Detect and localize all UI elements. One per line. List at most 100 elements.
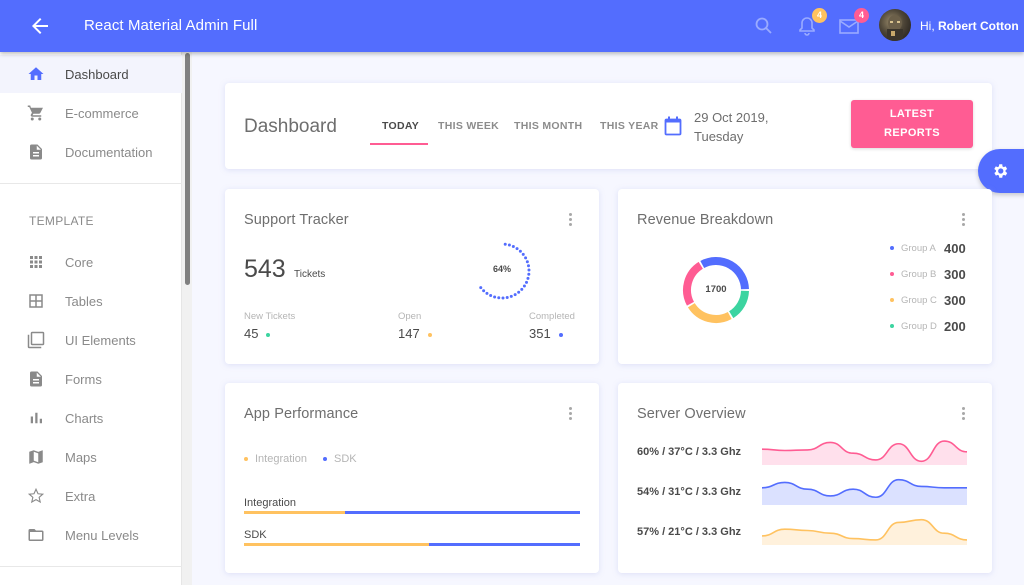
progress-dot [503, 242, 507, 246]
bar-label: SDK [244, 529, 267, 541]
dashboard-toolbar: Dashboard TODAY THIS WEEK THIS MONTH THI… [225, 83, 992, 169]
progress-dot [507, 243, 511, 247]
app-header: React Material Admin Full 4 4 Hi, Robert… [0, 0, 1024, 52]
arrow-left-icon [32, 18, 48, 34]
stat-value: 45 [244, 326, 259, 341]
sidebar-item-label: Charts [65, 410, 104, 426]
legend-value: 400 [944, 240, 966, 256]
current-date: 29 Oct 2019, Tuesday [694, 108, 768, 146]
server-overview-card: Server Overview 60% / 37°C / 3.3 Ghz 54%… [618, 383, 992, 573]
legend-sdk: SDK [323, 453, 357, 465]
sidebar-item-label: E-commerce [65, 105, 139, 121]
bar-label: Integration [244, 497, 296, 509]
legend-label: Integration [255, 453, 307, 465]
sidebar-item-label: UI Elements [65, 332, 136, 348]
legend-dot [890, 298, 894, 302]
server-load-sparkline [762, 440, 967, 465]
sidebar-item-ecommerce[interactable]: E-commerce [0, 94, 182, 132]
stat-new-tickets: 45 [244, 326, 271, 341]
tab-this-year[interactable]: THIS YEAR [600, 120, 659, 132]
notifications-button[interactable]: 4 [795, 8, 827, 38]
legend-value: 200 [944, 318, 966, 334]
grid-icon [30, 256, 42, 268]
tickets-unit: Tickets [294, 269, 326, 280]
legend-dot [890, 272, 894, 276]
map-icon [29, 450, 43, 464]
sidebar-item-documentation[interactable]: Documentation [0, 133, 182, 171]
legend-item: Group B 300 [890, 266, 966, 282]
sidebar-item-ui-elements[interactable]: UI Elements [0, 321, 182, 359]
user-name: Robert Cotton [938, 19, 1019, 33]
stat-value: 147 [398, 326, 420, 341]
legend-dot [890, 324, 894, 328]
progress-dot [497, 296, 501, 300]
sidebar-item-extra[interactable]: Extra [0, 477, 182, 515]
legend-label: Group B [901, 268, 937, 280]
stat-label: Completed [529, 311, 575, 322]
layers-icon [27, 331, 45, 349]
progress-dot [521, 252, 525, 256]
sidebar-item-menu-levels[interactable]: Menu Levels [0, 516, 182, 554]
notifications-badge: 4 [812, 8, 827, 23]
stat-open: 147 [398, 326, 432, 341]
server-load-sparkline [762, 518, 967, 545]
stat-completed: 351 [529, 326, 563, 341]
more-options-button[interactable] [960, 407, 966, 423]
date-line: 29 Oct 2019, [694, 110, 769, 125]
legend-value: 300 [944, 266, 966, 282]
sidebar-divider [0, 566, 182, 567]
messages-button[interactable]: 4 [837, 8, 869, 38]
sidebar-item-label: Documentation [65, 144, 153, 160]
progress-dot [524, 256, 528, 260]
progress-dot [509, 294, 513, 298]
more-options-button[interactable] [960, 213, 966, 229]
progress-dot [526, 276, 530, 280]
donut-slice-group-c[interactable] [687, 302, 732, 323]
bar-chart-icon [30, 412, 42, 424]
more-options-button[interactable] [567, 213, 573, 229]
user-photo-icon [887, 15, 903, 41]
tab-today[interactable]: TODAY [382, 120, 419, 132]
card-title: Support Tracker [244, 212, 349, 228]
status-dot [427, 332, 432, 337]
sidebar-item-label: Tables [65, 293, 103, 309]
settings-button[interactable] [978, 149, 1024, 193]
legend-item: Group D 200 [890, 318, 966, 334]
status-dot [558, 332, 563, 337]
sidebar-item-charts[interactable]: Charts [0, 399, 182, 437]
sidebar-item-label: Forms [65, 371, 102, 387]
folder-icon [28, 529, 44, 541]
sidebar-item-tables[interactable]: Tables [0, 282, 182, 320]
sidebar-item-forms[interactable]: Forms [0, 360, 182, 398]
revenue-total: 1700 [705, 284, 727, 295]
progress-dot [518, 249, 522, 253]
card-title: Revenue Breakdown [637, 212, 774, 228]
sidebar-item-dashboard[interactable]: Dashboard [0, 55, 182, 93]
sidebar-item-maps[interactable]: Maps [0, 438, 182, 476]
more-options-button[interactable] [567, 407, 573, 423]
card-title: Server Overview [637, 406, 746, 422]
progress-dot [522, 284, 526, 288]
search-button[interactable] [752, 14, 776, 38]
calendar-icon[interactable] [664, 116, 682, 136]
form-icon [30, 371, 42, 387]
card-title: App Performance [244, 406, 359, 422]
legend-label: Group C [901, 294, 937, 306]
progress-dot [513, 293, 517, 297]
app-performance-card: App Performance Integration SDK Integrat… [225, 383, 599, 573]
sidebar-item-label: Menu Levels [65, 527, 139, 543]
tab-this-week[interactable]: THIS WEEK [438, 120, 499, 132]
avatar[interactable] [879, 9, 911, 41]
server-stat-label: 54% / 31°C / 3.3 Ghz [637, 486, 742, 498]
tab-this-month[interactable]: THIS MONTH [514, 120, 582, 132]
cart-icon [27, 105, 43, 121]
latest-reports-button[interactable]: LATEST REPORTS [851, 100, 973, 148]
legend-label: SDK [334, 453, 357, 465]
sidebar-scrollbar-thumb[interactable] [185, 53, 190, 285]
user-greeting[interactable]: Hi, Robert Cotton [920, 19, 1019, 33]
back-button[interactable] [28, 14, 52, 38]
sidebar-item-core[interactable]: Core [0, 243, 182, 281]
server-stat-label: 57% / 21°C / 3.3 Ghz [637, 526, 742, 538]
progress-dot [479, 286, 483, 290]
progress-dot [511, 245, 515, 249]
